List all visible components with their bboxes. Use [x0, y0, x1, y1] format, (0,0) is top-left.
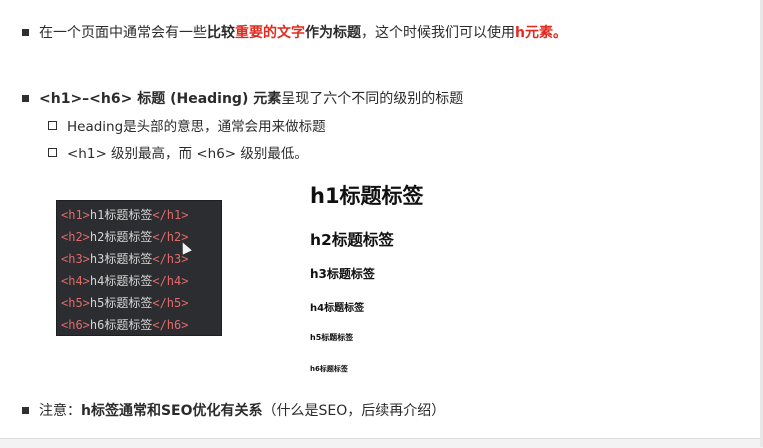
demo-h1: h1标题标签 [310, 184, 424, 208]
sub-bullet-2-text: <h1> 级别最高，而 <h6> 级别最低。 [67, 146, 308, 162]
code-line: <h2>h2标题标签</h2> [57, 226, 221, 248]
bullet-headings: <h1>–<h6> 标题 (Heading) 元素 呈现了六个不同的级别的标题 [22, 88, 463, 108]
square-bullet-icon [22, 94, 29, 102]
code-open-tag: <h1> [61, 208, 90, 222]
demo-h6: h6标题标签 [310, 365, 348, 373]
sub-bullet-levels: <h1> 级别最高，而 <h6> 级别最低。 [48, 142, 308, 162]
code-text: h1标题标签 [89, 208, 153, 222]
intro-text-strong2: 作为标题 [305, 25, 361, 41]
code-text: h4标题标签 [89, 274, 153, 288]
headings-strong: <h1>–<h6> 标题 (Heading) 元素 [39, 91, 282, 107]
code-close-tag: </h4> [152, 274, 189, 288]
intro-text-pre: 在一个页面中通常会有一些 [39, 25, 207, 41]
code-open-tag: <h2> [61, 230, 90, 244]
code-close-tag: </h5> [152, 296, 189, 310]
code-close-tag: </h1> [152, 208, 189, 222]
intro-text-strong1: 比较 [207, 25, 235, 41]
intro-text-red2: h元素。 [515, 25, 567, 41]
code-line: <h3>h3标题标签</h3> [57, 248, 221, 270]
slide-canvas: 在一个页面中通常会有一些 比较 重要的文字 作为标题 ，这个时候我们可以使用 h元素。 <… [0, 0, 763, 448]
sub-bullet-heading-meaning: Heading是头部的意思，通常会用来做标题 [48, 115, 326, 135]
demo-h4: h4标题标签 [310, 303, 365, 314]
bullet-note: 注意： h标签通常和SEO优化有关系 （什么是SEO，后续再介绍） [22, 400, 445, 420]
demo-h2: h2标题标签 [310, 231, 394, 249]
bullet-intro: 在一个页面中通常会有一些 比较 重要的文字 作为标题 ，这个时候我们可以使用 h元素。 [22, 22, 567, 42]
demo-h5: h5标题标签 [310, 333, 354, 342]
hollow-square-bullet-icon [48, 147, 57, 157]
code-line: <h5>h5标题标签</h5> [57, 292, 221, 314]
code-line: <h1>h1标题标签</h1> [57, 204, 221, 226]
code-text: h5标题标签 [89, 296, 153, 310]
code-text: h3标题标签 [89, 252, 153, 266]
headings-rest: 呈现了六个不同的级别的标题 [281, 91, 464, 107]
square-bullet-icon [22, 406, 29, 414]
code-line: <h4>h4标题标签</h4> [57, 270, 221, 292]
code-open-tag: <h5> [61, 296, 90, 310]
code-close-tag: </h6> [152, 318, 189, 332]
code-line: <h6>h6标题标签</h6> [57, 314, 221, 336]
note-rest: （什么是SEO，后续再介绍） [262, 403, 446, 419]
code-block: <h1>h1标题标签</h1> <h2>h2标题标签</h2> <h3>h3标题… [56, 200, 222, 336]
intro-text-red1: 重要的文字 [235, 25, 305, 41]
hollow-square-bullet-icon [48, 120, 57, 130]
code-open-tag: <h4> [61, 274, 90, 288]
code-open-tag: <h3> [61, 252, 90, 266]
code-open-tag: <h6> [61, 318, 90, 332]
code-text: h6标题标签 [89, 318, 153, 332]
note-strong: h标签通常和SEO优化有关系 [81, 403, 263, 419]
code-text: h2标题标签 [89, 230, 153, 244]
square-bullet-icon [22, 28, 29, 36]
note-label: 注意： [39, 403, 81, 419]
demo-h3: h3标题标签 [310, 267, 375, 281]
sub-bullet-1-text: Heading是头部的意思，通常会用来做标题 [67, 119, 326, 135]
intro-text-mid: ，这个时候我们可以使用 [361, 25, 515, 41]
